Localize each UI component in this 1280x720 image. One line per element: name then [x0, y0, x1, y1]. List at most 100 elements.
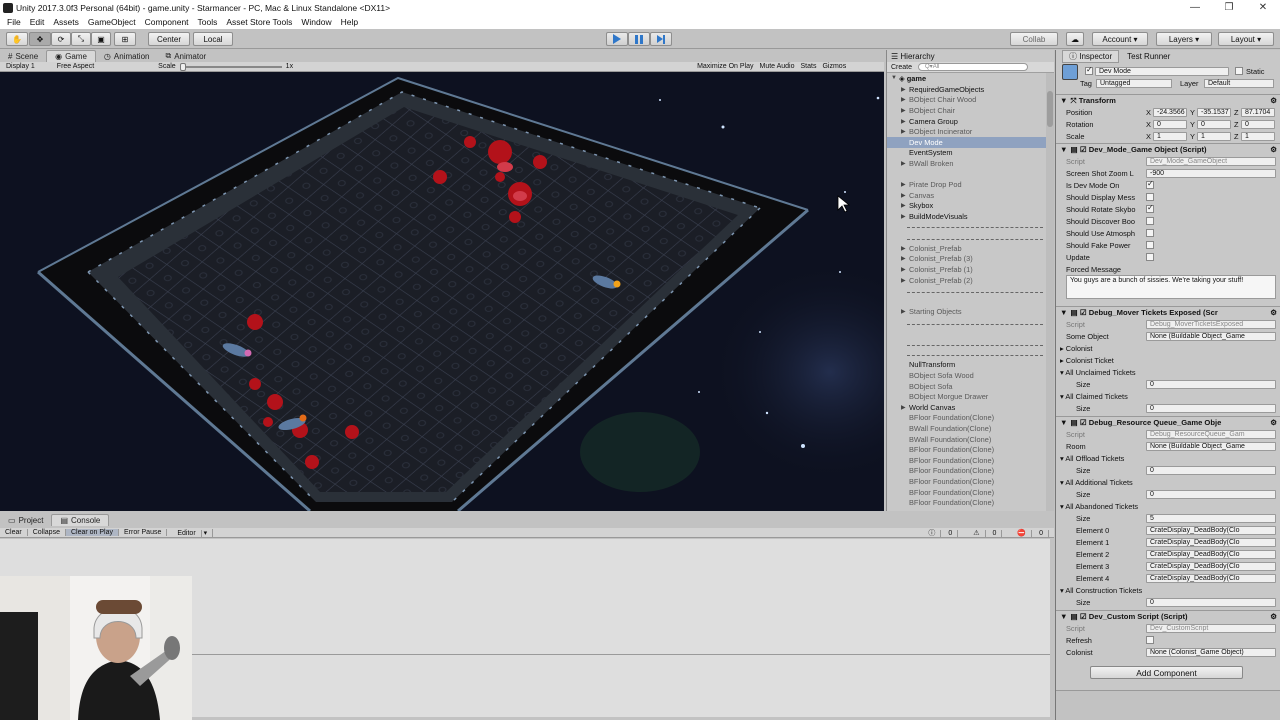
transform-scale-y-field[interactable]: 1 [1197, 131, 1231, 141]
mover-component-header[interactable]: ▼ ▤ ☑ Debug_Mover Tickets Exposed (Scr ⚙ [1056, 306, 1280, 318]
collab-button[interactable]: Collab [1010, 32, 1058, 46]
aspect-dropdown[interactable]: Free Aspect [57, 63, 94, 70]
expand-arrow-icon[interactable]: ▶ [901, 86, 909, 93]
hierarchy-item[interactable]: ▶ RequiredGameObjects [887, 84, 1047, 95]
hierarchy-item[interactable]: ▶ BObject Chair [887, 105, 1047, 116]
gear-icon[interactable]: ⚙ [1270, 145, 1277, 154]
expand-arrow-icon[interactable]: ▶ [901, 181, 909, 188]
component-enabled-checkbox[interactable]: ☑ [1080, 612, 1087, 621]
stats-toggle[interactable]: Stats [801, 63, 817, 70]
zoom-field[interactable]: -900 [1146, 168, 1276, 178]
axis-label-x[interactable]: X [1146, 120, 1151, 129]
step-button[interactable] [650, 32, 672, 46]
expand-arrow-icon[interactable]: ▶ [901, 245, 909, 252]
element-object-field[interactable]: CrateDisplay_DeadBody(Clo [1146, 537, 1276, 547]
warning-count[interactable]: ⚠ 0 [963, 529, 1007, 537]
transform-component-header[interactable]: ▼ ⤧ Transform ⚙ [1056, 94, 1280, 106]
maximize-on-play-toggle[interactable]: Maximize On Play [697, 63, 753, 70]
hierarchy-item[interactable]: ▶ BuildModeVisuals [887, 211, 1047, 222]
axis-label-y[interactable]: Y [1190, 108, 1195, 117]
dev-mode-field-checkbox[interactable] [1146, 229, 1154, 237]
abandoned-size-field[interactable]: 5 [1146, 513, 1276, 523]
collapse-arrow-icon[interactable]: ▼ [1060, 145, 1068, 154]
layers-dropdown[interactable]: Layers ▾ [1156, 32, 1212, 46]
expand-arrow-icon[interactable]: ▶ [901, 160, 909, 167]
error-pause-button[interactable]: Error Pause [119, 529, 168, 536]
scale-tool-button[interactable]: ⤡ [71, 32, 91, 46]
hierarchy-item[interactable]: ▶ Pirate Drop Pod [887, 179, 1047, 190]
tab-test-runner[interactable]: Test Runner [1127, 52, 1170, 61]
axis-label-z[interactable]: Z [1234, 120, 1239, 129]
menu-file[interactable]: File [7, 17, 21, 27]
collapse-arrow-icon[interactable]: ▼ [1060, 418, 1068, 427]
hierarchy-item[interactable]: EventSystem [887, 148, 1047, 159]
transform-scale-z-field[interactable]: 1 [1241, 131, 1275, 141]
axis-label-y[interactable]: Y [1190, 120, 1195, 129]
script-field[interactable]: Debug_ResourceQueue_Gam [1146, 429, 1276, 439]
hierarchy-scrollbar[interactable] [1046, 73, 1054, 511]
transform-scale-x-field[interactable]: 1 [1153, 131, 1187, 141]
hierarchy-item[interactable]: ▶ BObject Chair Wood [887, 95, 1047, 106]
move-tool-button[interactable]: ✥ [29, 32, 51, 46]
menu-asset-store-tools[interactable]: Asset Store Tools [226, 17, 292, 27]
axis-label-x[interactable]: X [1146, 108, 1151, 117]
hierarchy-search-input[interactable]: Q▾All [918, 63, 1029, 71]
tab-animator[interactable]: ⧉ Animator [157, 50, 214, 62]
menu-edit[interactable]: Edit [30, 17, 45, 27]
transform-position-y-field[interactable]: -35.1537 [1197, 107, 1231, 117]
hierarchy-scroll-thumb[interactable] [1047, 91, 1053, 127]
tab-animation[interactable]: ◷ Animation [96, 50, 158, 62]
expand-arrow-icon[interactable]: ▶ [901, 118, 909, 125]
static-checkbox[interactable] [1235, 67, 1243, 75]
create-dropdown[interactable]: Create [891, 64, 912, 71]
gear-icon[interactable]: ⚙ [1270, 96, 1277, 105]
hierarchy-item[interactable]: Dev Mode [887, 137, 1047, 148]
hierarchy-item[interactable]: ▶ BObject Incinerator [887, 126, 1047, 137]
menu-tools[interactable]: Tools [198, 17, 218, 27]
additional-row[interactable]: ▾ All Additional Tickets [1056, 476, 1274, 488]
tab-inspector[interactable]: ⓘ Inspector [1062, 49, 1120, 63]
play-button[interactable] [606, 32, 628, 46]
transform-position-x-field[interactable]: -24.3566 [1153, 107, 1187, 117]
some-object-field[interactable]: None (Buildable Object_Game [1146, 331, 1276, 341]
dev-mode-field-checkbox[interactable] [1146, 253, 1154, 261]
transform-rotation-z-field[interactable]: 0 [1241, 119, 1275, 129]
collapse-arrow-icon[interactable]: ▼ [1060, 96, 1068, 105]
expand-arrow-icon[interactable]: ▶ [901, 255, 909, 262]
gear-icon[interactable]: ⚙ [1270, 612, 1277, 621]
abandoned-row[interactable]: ▾ All Abandoned Tickets [1056, 500, 1274, 512]
transform-rotation-y-field[interactable]: 0 [1197, 119, 1231, 129]
hand-tool-button[interactable]: ✋ [6, 32, 28, 46]
unclaimed-size-field[interactable]: 0 [1146, 379, 1276, 389]
hierarchy-item[interactable]: BFloor Foundation(Clone) [887, 413, 1047, 424]
hierarchy-tab[interactable]: ☰ Hierarchy [887, 50, 1054, 62]
hierarchy-item[interactable]: BFloor Foundation(Clone) [887, 497, 1047, 508]
scale-slider-thumb[interactable] [179, 62, 186, 71]
axis-label-z[interactable]: Z [1234, 132, 1239, 141]
element-object-field[interactable]: CrateDisplay_DeadBody(Clo [1146, 561, 1276, 571]
close-icon[interactable]: ✕ [1246, 0, 1280, 15]
tab-console[interactable]: ▤ Console [51, 514, 110, 526]
script-field[interactable]: Debug_MoverTicketsExposed [1146, 319, 1276, 329]
hierarchy-item[interactable]: ▶ Starting Objects [887, 307, 1047, 318]
error-count[interactable]: ⛔ 0 [1007, 529, 1054, 537]
gear-icon[interactable]: ⚙ [1270, 418, 1277, 427]
expand-arrow-icon[interactable]: ▶ [901, 96, 909, 103]
menu-gameobject[interactable]: GameObject [88, 17, 136, 27]
log-count[interactable]: ⓘ 0 [918, 528, 963, 538]
menu-window[interactable]: Window [301, 17, 331, 27]
transform-rotation-x-field[interactable]: 0 [1153, 119, 1187, 129]
tag-dropdown[interactable]: Untagged [1096, 79, 1172, 88]
dev-mode-field-checkbox[interactable] [1146, 217, 1154, 225]
expand-arrow-icon[interactable]: ▶ [901, 277, 909, 284]
tab-scene[interactable]: # Scene [0, 50, 46, 62]
add-component-button[interactable]: Add Component [1090, 666, 1243, 679]
construction-size-field[interactable]: 0 [1146, 597, 1276, 607]
component-enabled-checkbox[interactable]: ☑ [1080, 418, 1087, 427]
menu-assets[interactable]: Assets [53, 17, 79, 27]
hierarchy-item[interactable]: ▶ Skybox [887, 201, 1047, 212]
gear-icon[interactable]: ⚙ [1270, 308, 1277, 317]
hierarchy-item[interactable]: BObject Morgue Drawer [887, 391, 1047, 402]
hierarchy-item[interactable]: BFloor Foundation(Clone) [887, 476, 1047, 487]
pivot-local-button[interactable]: Local [193, 32, 233, 46]
